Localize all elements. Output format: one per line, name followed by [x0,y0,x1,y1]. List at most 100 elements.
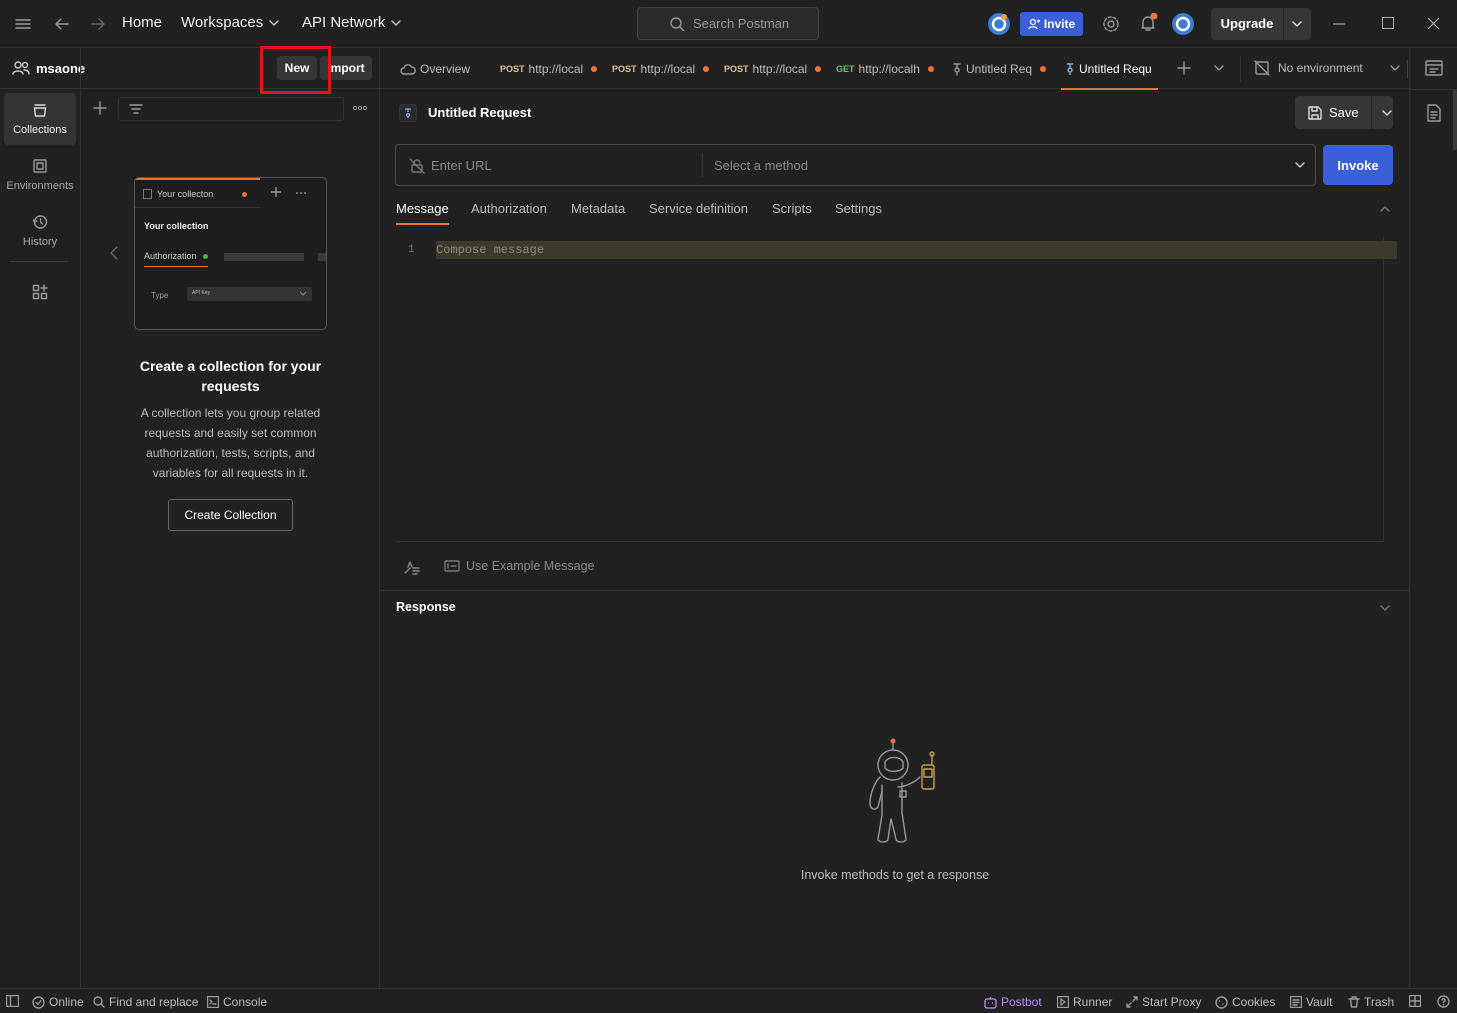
tab-request[interactable]: POST http://local [612,48,710,89]
maximize-icon[interactable] [1382,17,1394,29]
create-collection-button[interactable]: Create Collection [168,499,293,531]
unsaved-dot [242,192,247,197]
rail-item-environments[interactable]: Environments [4,149,76,201]
filter-input[interactable] [118,97,344,121]
search-bar[interactable]: Search Postman [637,7,819,40]
chevron-left-icon[interactable] [109,245,119,261]
chevron-down-icon[interactable] [1213,63,1225,73]
more-options-icon[interactable] [352,105,368,111]
menu-icon[interactable] [14,16,32,32]
cookies-button[interactable]: Cookies [1215,995,1275,1009]
save-button[interactable]: Save [1295,96,1393,129]
add-user-icon [1028,18,1040,30]
two-pane-icon[interactable] [1409,995,1421,1007]
subtab-settings[interactable]: Settings [835,201,882,216]
user-avatar-icon[interactable] [1171,12,1195,36]
chevron-up-icon[interactable] [1379,204,1391,214]
subtab-authorization[interactable]: Authorization [471,201,547,216]
environment-quicklook-icon[interactable] [1425,60,1443,76]
plus-icon[interactable] [93,101,107,115]
grpc-icon [953,62,961,76]
chevron-down-icon[interactable] [1371,96,1393,129]
response-empty-text: Invoke methods to get a response [800,868,990,882]
runner-label: Runner [1073,995,1113,1009]
sync-avatar-icon[interactable] [987,12,1011,36]
request-title[interactable]: Untitled Request [428,105,531,120]
forward-arrow-icon[interactable] [89,15,107,33]
http-method-label: POST [724,63,749,74]
chevron-down-icon [1294,160,1306,170]
editor-active-line[interactable]: Compose message [436,241,1397,259]
subtab-metadata[interactable]: Metadata [571,201,625,216]
check-circle-icon [32,995,45,1009]
console-button[interactable]: Console [207,995,267,1009]
start-proxy-button[interactable]: Start Proxy [1126,995,1201,1009]
bell-icon[interactable] [1138,13,1158,33]
example-message-icon [444,560,460,572]
save-label: Save [1329,105,1359,120]
find-replace-button[interactable]: Find and replace [93,995,198,1009]
subtab-message[interactable]: Message [396,201,449,225]
tab-grpc-request[interactable]: Untitled Req [952,48,1047,89]
method-select[interactable]: Select a method [714,145,1316,185]
preview-authorization-tab: Authorization [144,251,197,261]
tab-request[interactable]: POST http://local [724,48,822,89]
environment-selector[interactable]: No environment [1254,60,1401,76]
grpc-icon [399,104,417,122]
tab-overview[interactable]: Overview [400,48,470,89]
upgrade-button[interactable]: Upgrade [1211,8,1311,40]
cloud-icon [400,63,416,75]
no-tls-icon[interactable] [409,158,425,174]
close-icon[interactable] [1427,17,1440,30]
status-dot [203,254,208,259]
documentation-icon[interactable] [1427,104,1441,122]
configure-sidebar-icon[interactable] [32,284,48,300]
scrollbar[interactable] [1453,90,1457,150]
subtab-service-definition[interactable]: Service definition [649,201,748,216]
rail-item-label: Collections [13,124,67,136]
invoke-button[interactable]: Invoke [1323,145,1393,185]
tab-request[interactable]: GET http://localh [836,48,934,89]
tab-label: http://local [752,61,808,76]
chevron-down-icon[interactable] [1379,603,1391,613]
url-input[interactable] [431,153,691,177]
tab-label: http://localh [858,61,920,76]
add-tab-icon[interactable] [1177,61,1191,75]
vault-icon [1290,996,1302,1008]
message-editor[interactable]: 1 Compose message [396,237,1397,542]
document-icon [143,189,152,199]
preview-tab-name: Your collecton [157,189,214,199]
rail-item-collections[interactable]: Collections [4,93,76,145]
rail-item-label: History [22,236,58,248]
right-context-rail [1409,48,1457,988]
postbot-button[interactable]: Postbot [984,995,1042,1009]
http-method-label: POST [500,63,525,74]
postbot-icon [984,996,997,1009]
chevron-down-icon[interactable] [1291,18,1303,30]
tab-grpc-request-active[interactable]: Untitled Requ [1061,48,1158,90]
help-icon[interactable] [1437,995,1450,1008]
runner-button[interactable]: Runner [1057,995,1112,1009]
toggle-sidebar-icon[interactable] [6,995,19,1007]
minimize-icon[interactable] [1333,23,1345,25]
nav-workspaces[interactable]: Workspaces [181,14,279,31]
back-arrow-icon[interactable] [53,15,71,33]
nav-home[interactable]: Home [122,14,162,31]
subtab-scripts[interactable]: Scripts [772,201,812,216]
plus-icon [271,187,281,197]
tab-label: Untitled Requ [1079,61,1152,76]
use-example-message-button[interactable]: Use Example Message [444,559,595,573]
http-method-label: GET [836,63,855,74]
beautify-icon[interactable] [403,559,421,575]
nav-api-network[interactable]: API Network [302,14,402,31]
console-label: Console [223,995,268,1009]
gear-icon[interactable] [1101,14,1121,34]
rail-item-history[interactable]: History [4,205,76,257]
request-tab-bar: Overview POST http://local POST http://l… [380,48,1409,90]
upgrade-label: Upgrade [1211,8,1284,40]
trash-button[interactable]: Trash [1348,995,1394,1009]
invite-button[interactable]: Invite [1020,12,1083,36]
tab-request[interactable]: POST http://local [500,48,598,89]
vault-button[interactable]: Vault [1290,995,1332,1009]
online-status[interactable]: Online [32,995,84,1009]
